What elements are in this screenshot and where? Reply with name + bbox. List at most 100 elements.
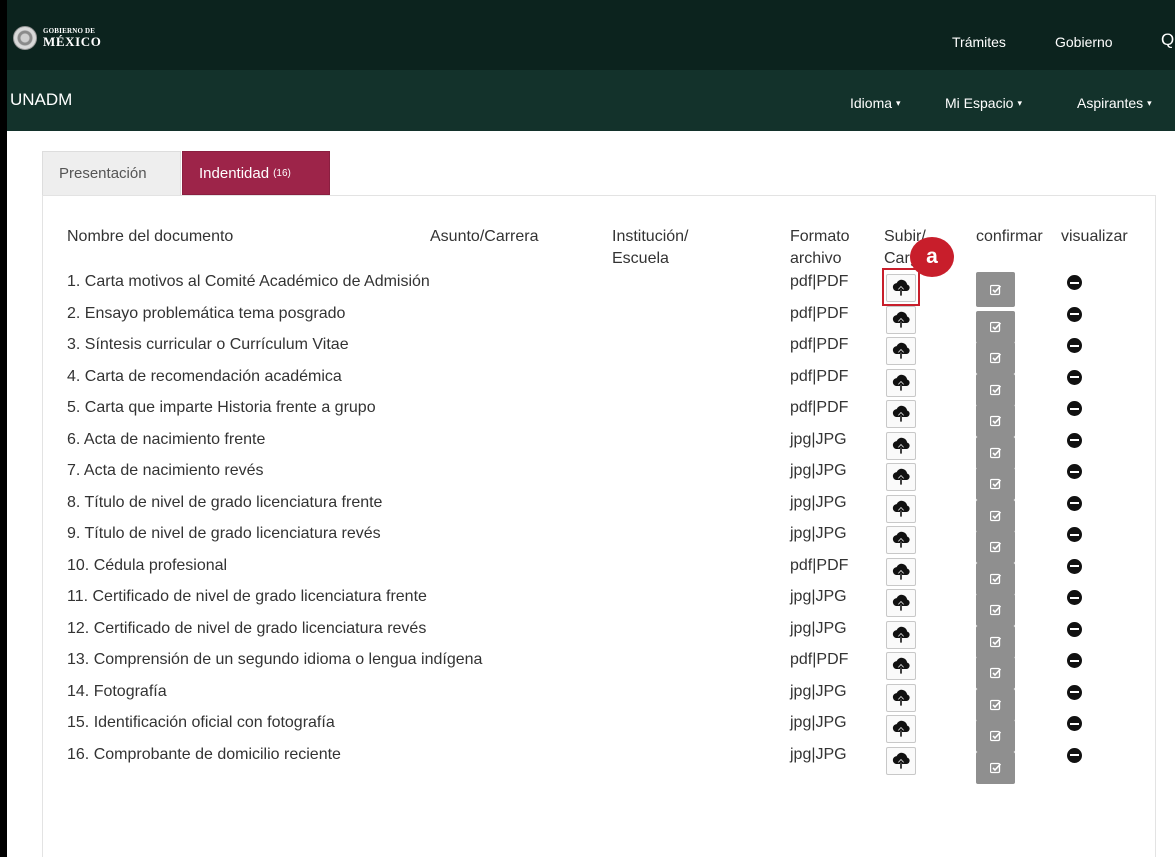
edit-check-icon [989,478,1002,490]
tramites-link[interactable]: Trámites [952,34,1006,50]
document-name: 3. Síntesis curricular o Currículum Vita… [67,336,349,353]
document-format: pdf|PDF [790,336,849,353]
main-navbar: UNADM Idioma ▾ Mi Espacio ▾ Aspirantes ▾ [0,70,1175,131]
edit-check-icon [989,667,1002,679]
logo-big-text: MÉXICO [43,34,102,49]
search-icon[interactable]: Q [1161,30,1174,50]
gobierno-logo[interactable]: GOBIERNO DE MÉXICO [13,26,102,50]
tab-identidad[interactable]: Indentidad (16) [182,151,330,195]
upload-button[interactable] [886,494,916,523]
confirm-button[interactable] [976,531,1015,563]
minus-circle-icon[interactable] [1067,401,1082,416]
confirm-button[interactable] [976,468,1015,500]
tab-presentacion-label: Presentación [59,165,147,182]
cloud-upload-icon [891,689,911,707]
minus-circle-icon[interactable] [1067,527,1082,542]
cloud-upload-icon [891,468,911,486]
document-format: pdf|PDF [790,556,849,574]
edit-check-icon [989,284,1002,296]
upload-button[interactable] [886,463,916,491]
document-name: 6. Acta de nacimiento frente [67,430,266,448]
minus-circle-icon[interactable] [1067,338,1082,353]
minus-circle-icon[interactable] [1067,621,1082,637]
upload-button[interactable] [886,274,916,302]
menu-mi-espacio-label: Mi Espacio [945,95,1014,111]
minus-circle-icon[interactable] [1067,369,1082,385]
upload-button[interactable] [886,400,916,428]
confirm-button[interactable] [976,720,1015,752]
cloud-upload-icon [891,311,911,329]
confirm-button[interactable] [976,751,1015,784]
header-visualizar: visualizar [1061,228,1128,245]
cloud-upload-icon [891,626,911,644]
confirm-button[interactable] [976,436,1015,469]
upload-button[interactable] [886,368,916,397]
cloud-upload-icon [891,437,911,455]
upload-button[interactable] [886,337,916,365]
document-format: jpg|JPG [790,462,847,479]
upload-button[interactable] [886,557,916,586]
gobierno-header: GOBIERNO DE MÉXICO Trámites Gobierno Q [0,0,1175,70]
confirm-button[interactable] [976,562,1015,595]
upload-button[interactable] [886,431,916,460]
confirm-button[interactable] [976,310,1015,343]
confirm-button[interactable] [976,342,1015,374]
edit-check-icon [989,384,1002,396]
minus-circle-icon[interactable] [1067,558,1082,574]
upload-button[interactable] [886,715,916,743]
edit-check-icon [989,730,1002,742]
document-name: 14. Fotografía [67,682,167,700]
tab-identidad-label: Indentidad [199,164,270,182]
document-format: jpg|JPG [790,430,847,448]
cloud-upload-icon [891,594,911,612]
minus-circle-icon[interactable] [1067,684,1082,700]
document-format: jpg|JPG [790,588,847,605]
minus-circle-icon[interactable] [1067,747,1082,763]
upload-button[interactable] [886,652,916,680]
upload-button[interactable] [886,683,916,712]
minus-circle-icon[interactable] [1067,716,1082,731]
confirm-button[interactable] [976,373,1015,406]
upload-button[interactable] [886,620,916,649]
header-confirmar: confirmar [976,228,1043,245]
gobierno-link[interactable]: Gobierno [1055,34,1113,50]
upload-button[interactable] [886,589,916,617]
upload-button[interactable] [886,526,916,554]
menu-idioma[interactable]: Idioma ▾ [850,95,901,111]
confirm-button[interactable] [976,657,1015,689]
confirm-button[interactable] [976,594,1015,626]
document-format: pdf|PDF [790,367,849,385]
cloud-upload-icon [891,279,911,297]
tab-presentacion[interactable]: Presentación [42,151,181,195]
minus-circle-icon[interactable] [1067,306,1082,322]
menu-aspirantes[interactable]: Aspirantes ▾ [1077,95,1152,111]
document-format: pdf|PDF [790,273,849,290]
minus-circle-icon[interactable] [1067,464,1082,479]
cloud-upload-icon [891,500,911,518]
cloud-upload-icon [891,657,911,675]
minus-circle-icon[interactable] [1067,432,1082,448]
brand-link[interactable]: UNADM [10,90,72,110]
minus-circle-icon[interactable] [1067,495,1082,511]
upload-button[interactable] [886,305,916,334]
minus-circle-icon[interactable] [1067,590,1082,605]
confirm-button[interactable] [976,272,1015,307]
menu-mi-espacio[interactable]: Mi Espacio ▾ [945,95,1022,111]
edit-check-icon [989,352,1002,364]
confirm-button[interactable] [976,405,1015,437]
confirm-button[interactable] [976,688,1015,721]
cloud-upload-icon [891,405,911,423]
minus-circle-icon[interactable] [1067,275,1082,290]
minus-circle-icon[interactable] [1067,653,1082,668]
edit-check-icon [989,573,1002,585]
document-format: jpg|JPG [790,619,847,637]
document-name: 16. Comprobante de domicilio reciente [67,745,341,763]
confirm-button[interactable] [976,625,1015,658]
header-nombre: Nombre del documento [67,228,234,245]
menu-idioma-label: Idioma [850,95,893,111]
upload-button[interactable] [886,746,916,775]
confirm-button[interactable] [976,499,1015,532]
document-name: 10. Cédula profesional [67,556,228,574]
document-format: jpg|JPG [790,682,847,700]
edit-check-icon [989,415,1002,427]
